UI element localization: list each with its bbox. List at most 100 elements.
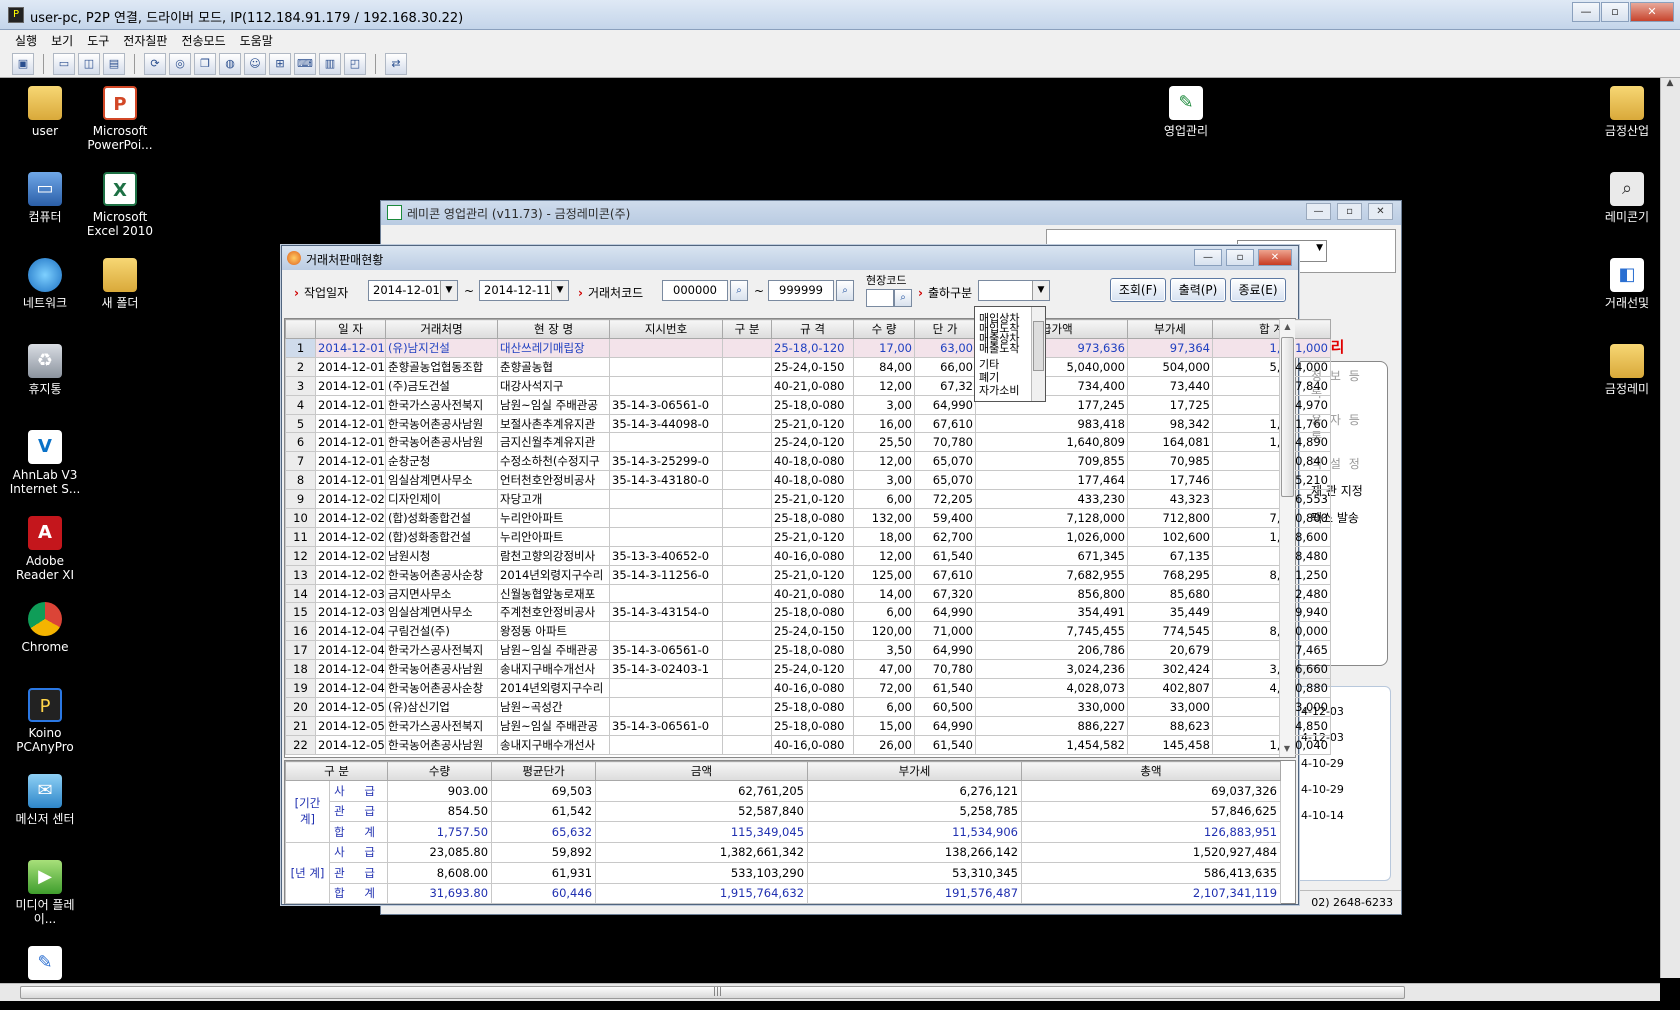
desktop-icon-geumjeong[interactable]: 금정산업 xyxy=(1595,86,1659,138)
table-cell[interactable]: 2014-12-01 xyxy=(315,338,386,358)
table-cell[interactable]: 25-21,0-120 xyxy=(771,564,854,585)
table-cell[interactable]: 춘향골농협 xyxy=(497,356,610,377)
table-cell[interactable]: 671,345 xyxy=(975,545,1128,566)
table-cell[interactable] xyxy=(722,394,772,415)
column-header-site[interactable]: 현 장 명 xyxy=(497,319,610,339)
table-cell[interactable]: 14,00 xyxy=(853,583,915,604)
table-cell[interactable]: 354,491 xyxy=(975,602,1128,623)
table-row[interactable]: 5 2014-12-01 한국농어촌공사남원 보절사촌추계유지관 35-14-3-440… xyxy=(285,413,1331,434)
table-cell[interactable]: 59,400 xyxy=(914,508,976,528)
devices-icon[interactable]: ◰ xyxy=(344,52,366,75)
table-cell[interactable] xyxy=(609,734,723,755)
table-cell[interactable]: 수정소하천(수정지구 xyxy=(497,451,610,472)
table-cell[interactable]: 2014-12-04 xyxy=(315,640,386,661)
minimize-button[interactable]: — xyxy=(1306,203,1331,220)
chevron-down-icon[interactable]: ▼ xyxy=(551,281,568,300)
table-cell[interactable] xyxy=(722,678,772,698)
table-cell[interactable]: 17,746 xyxy=(1127,470,1213,491)
exit-button[interactable]: 종료(E) xyxy=(1230,278,1286,302)
menu-transfer-mode[interactable]: 전송모드 xyxy=(176,30,230,50)
table-cell[interactable] xyxy=(722,451,772,472)
table-cell[interactable]: 왕정동 아파트 xyxy=(497,621,610,642)
desktop-icon-partial[interactable]: ✎ xyxy=(5,946,85,984)
pcs-icon[interactable]: ▥ xyxy=(319,52,341,75)
table-cell[interactable]: 145,458 xyxy=(1127,734,1213,755)
table-cell[interactable]: 2014-12-02 xyxy=(315,564,386,585)
table-cell[interactable]: 402,807 xyxy=(1127,678,1213,698)
table-cell[interactable]: 120,00 xyxy=(853,621,915,642)
table-cell[interactable]: 한국농어촌공사남원 xyxy=(385,659,498,680)
table-cell[interactable]: 40-18,0-080 xyxy=(771,451,854,472)
table-cell[interactable]: 2014-12-04 xyxy=(315,678,386,698)
menu-whiteboard[interactable]: 전자칠판 xyxy=(118,30,172,50)
table-cell[interactable]: 누리안아파트 xyxy=(497,526,610,547)
grid-scrollbar[interactable]: ▲ ▼ xyxy=(1279,319,1295,757)
scroll-up-arrow[interactable]: ▲ xyxy=(1661,78,1679,95)
table-cell[interactable]: 17,725 xyxy=(1127,394,1213,415)
desktop-icon-ahnlab[interactable]: V AhnLab V3 Internet S... xyxy=(5,430,85,496)
column-header-price[interactable]: 단 가 xyxy=(914,319,976,339)
table-cell[interactable]: 35,449 xyxy=(1127,602,1213,623)
table-row[interactable]: 18 2014-12-04 한국농어촌공사남원 송내지구배수개선사 35-14-3-02… xyxy=(285,659,1331,680)
table-cell[interactable]: 2014-12-05 xyxy=(315,734,386,755)
column-header-qty[interactable]: 수 량 xyxy=(853,319,915,339)
table-cell[interactable]: 35-14-3-44098-0 xyxy=(609,413,723,434)
table-cell[interactable]: 4,028,073 xyxy=(975,678,1128,698)
row-number[interactable]: 11 xyxy=(285,526,316,547)
table-cell[interactable] xyxy=(722,545,772,566)
table-row[interactable]: 4 2014-12-01 한국가스공사전북지 남원~임실 주배관공 35-14-3-06… xyxy=(285,394,1331,415)
table-row[interactable]: 13 2014-12-02 한국농어촌공사순창 2014년외령지구수리 35-14-3-… xyxy=(285,564,1331,585)
table-cell[interactable]: 2014-12-01 xyxy=(315,394,386,415)
scroll-down-arrow[interactable]: ▼ xyxy=(1280,741,1294,757)
row-number[interactable]: 4 xyxy=(285,394,316,415)
table-cell[interactable]: (합)성화종합건설 xyxy=(385,508,498,528)
table-row[interactable]: 10 2014-12-02 (합)성화종합건설 누리안아파트 25-18,0-080 13… xyxy=(285,508,1331,528)
client-code-from-input[interactable]: 000000 xyxy=(662,280,728,301)
table-cell[interactable]: 62,700 xyxy=(914,526,976,547)
table-cell[interactable]: 5,544,000 xyxy=(1212,356,1331,377)
row-number[interactable]: 13 xyxy=(285,564,316,585)
table-cell[interactable]: 177,464 xyxy=(975,470,1128,491)
table-cell[interactable] xyxy=(722,734,772,755)
row-number[interactable]: 20 xyxy=(285,696,316,717)
table-cell[interactable]: 856,800 xyxy=(975,583,1128,604)
table-cell[interactable] xyxy=(609,526,723,547)
table-cell[interactable]: 84,00 xyxy=(853,356,915,377)
desktop-icon-media-player[interactable]: ▶ 미디어 플레이... xyxy=(5,860,85,926)
table-cell[interactable]: 40-16,0-080 xyxy=(771,545,854,566)
row-number[interactable]: 17 xyxy=(285,640,316,661)
table-cell[interactable]: 73,440 xyxy=(1127,375,1213,396)
table-row[interactable]: 19 2014-12-04 한국농어촌공사순창 2014년외령지구수리 40-16,0-… xyxy=(285,678,1331,698)
table-cell[interactable]: 1,640,809 xyxy=(975,432,1128,453)
table-cell[interactable]: 순창군청 xyxy=(385,451,498,472)
row-number[interactable]: 21 xyxy=(285,715,316,736)
table-cell[interactable]: 70,985 xyxy=(1127,451,1213,472)
table-cell[interactable]: 35-14-3-06561-0 xyxy=(609,394,723,415)
table-cell[interactable]: (유)남지건설 xyxy=(385,338,498,358)
table-row[interactable]: 16 2014-12-04 구림건설(주) 왕정동 아파트 25-24,0-150 120… xyxy=(285,621,1331,642)
table-cell[interactable]: 2014-12-01 xyxy=(315,451,386,472)
table-cell[interactable]: 12,00 xyxy=(853,375,915,396)
row-number[interactable]: 9 xyxy=(285,489,316,510)
table-cell[interactable]: 3,50 xyxy=(853,640,915,661)
table-cell[interactable] xyxy=(722,470,772,491)
table-cell[interactable]: 2014-12-05 xyxy=(315,715,386,736)
table-cell[interactable]: 자당고개 xyxy=(497,489,610,510)
table-cell[interactable]: 768,295 xyxy=(1127,564,1213,585)
column-header-spec[interactable]: 규 격 xyxy=(771,319,854,339)
table-cell[interactable]: 25-24,0-150 xyxy=(771,621,854,642)
row-number[interactable]: 6 xyxy=(285,432,316,453)
client-search-icon[interactable]: ⌕ xyxy=(836,280,854,301)
table-cell[interactable]: 2014-12-04 xyxy=(315,621,386,642)
table-cell[interactable]: 88,623 xyxy=(1127,715,1213,736)
table-row[interactable]: 22 2014-12-05 한국농어촌공사남원 송내지구배수개선사 40-16,0-08… xyxy=(285,734,1331,755)
table-cell[interactable] xyxy=(609,583,723,604)
row-number[interactable]: 3 xyxy=(285,375,316,396)
table-cell[interactable]: 임실삼계면사무소 xyxy=(385,470,498,491)
table-cell[interactable] xyxy=(722,621,772,642)
table-cell[interactable]: 40-18,0-080 xyxy=(771,470,854,491)
table-cell[interactable]: 85,680 xyxy=(1127,583,1213,604)
table-cell[interactable]: 20,679 xyxy=(1127,640,1213,661)
remote-icon[interactable]: ⇄ xyxy=(385,52,407,75)
table-cell[interactable]: 8,520,000 xyxy=(1212,621,1331,642)
